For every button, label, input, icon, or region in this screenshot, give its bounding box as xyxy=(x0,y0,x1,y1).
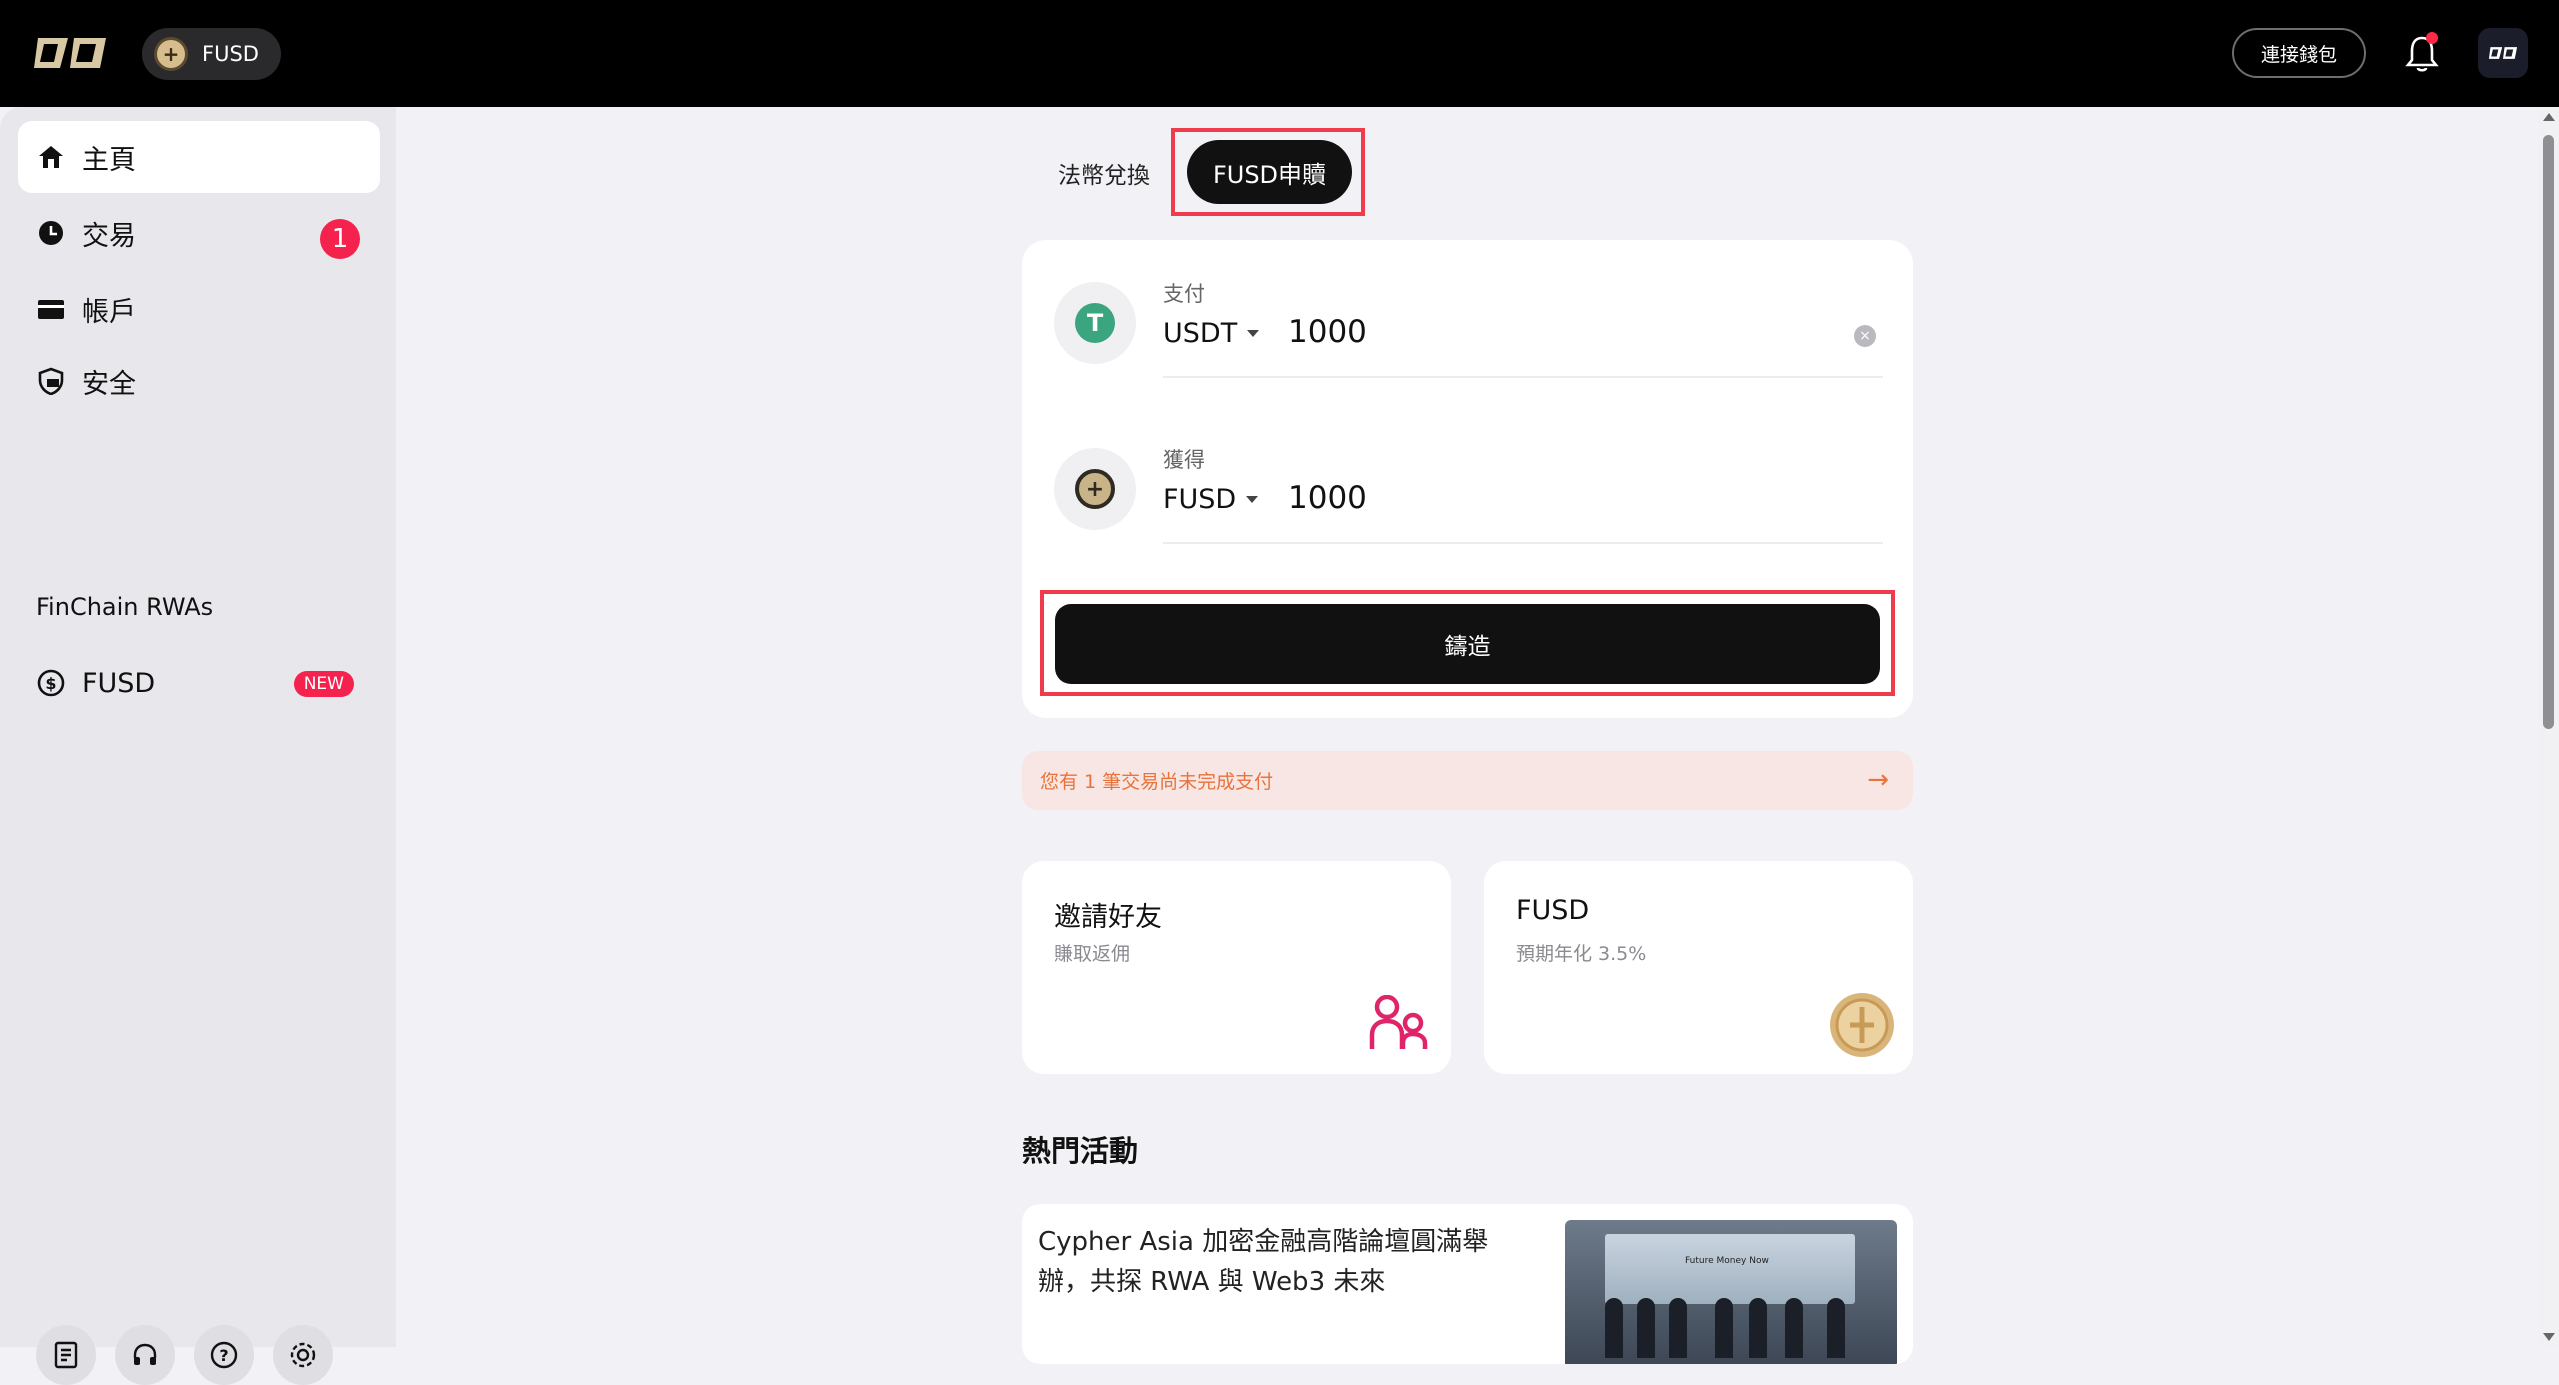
connect-wallet-button[interactable]: 連接錢包 xyxy=(2232,28,2366,78)
receive-label: 獲得 xyxy=(1163,448,1205,472)
sidebar-item-security[interactable]: 安全 xyxy=(18,345,380,417)
fusd-asset-icon-wrap: + xyxy=(1054,448,1136,530)
person-figure xyxy=(1749,1298,1767,1358)
fusd-coin-icon: + xyxy=(1075,469,1115,509)
person-figure xyxy=(1637,1298,1655,1358)
usdt-asset-icon-wrap: T xyxy=(1054,282,1136,364)
sidebar-item-trade[interactable]: 交易 1 xyxy=(18,197,380,269)
arrow-right-icon: → xyxy=(1867,765,1889,795)
sidebar-item-label: FUSD xyxy=(82,667,156,699)
fusd-card-title: FUSD xyxy=(1516,895,1590,926)
clock-icon xyxy=(36,218,66,248)
chevron-down-icon xyxy=(1246,496,1259,503)
app-logo[interactable] xyxy=(30,30,110,76)
usdt-icon: T xyxy=(1075,303,1115,343)
person-figure xyxy=(1827,1298,1845,1358)
users-icon xyxy=(1369,995,1428,1049)
svg-text:?: ? xyxy=(219,1346,228,1365)
receive-currency-select[interactable]: FUSD xyxy=(1163,484,1259,515)
home-icon xyxy=(36,142,66,172)
card-icon xyxy=(36,294,66,324)
fusd-card-subtitle: 預期年化 3.5% xyxy=(1516,943,1647,965)
help-button[interactable]: ? xyxy=(194,1325,254,1385)
divider xyxy=(1163,542,1883,544)
hot-activities-title: 熱門活動 xyxy=(1022,1134,1139,1168)
pay-currency-value: USDT xyxy=(1163,318,1238,349)
gold-coin-icon xyxy=(1830,993,1894,1057)
invite-title: 邀請好友 xyxy=(1054,902,1162,933)
settings-icon xyxy=(290,1342,316,1368)
coin-dollar-icon: $ xyxy=(36,668,66,698)
person-figure xyxy=(1669,1298,1687,1358)
pay-label: 支付 xyxy=(1163,282,1205,306)
pending-payment-alert[interactable]: 您有 1 筆交易尚未完成支付 → xyxy=(1022,751,1913,810)
help-icon: ? xyxy=(210,1341,238,1369)
sidebar-item-label: 主頁 xyxy=(82,144,136,176)
token-symbol: FUSD xyxy=(202,42,259,66)
person-figure xyxy=(1785,1298,1803,1358)
section-label-finchain: FinChain RWAs xyxy=(36,593,214,621)
mint-button[interactable]: 鑄造 xyxy=(1055,604,1880,684)
sidebar: 主頁 交易 1 帳戶 安全 FinChain RWAs $ FUSD NEW ? xyxy=(0,107,396,1385)
sidebar-item-label: 交易 xyxy=(82,220,136,252)
news-card[interactable]: Cypher Asia 加密金融高階論壇圓滿舉辦，共探 RWA 與 Web3 未… xyxy=(1022,1204,1913,1364)
news-thumbnail: Future Money Now xyxy=(1565,1220,1897,1364)
fusd-coin-icon: + xyxy=(154,37,188,71)
pay-amount-input[interactable]: 1000 xyxy=(1288,314,1367,350)
sidebar-item-fusd[interactable]: $ FUSD NEW xyxy=(18,647,380,719)
tab-fiat-exchange[interactable]: 法幣兌換 xyxy=(1058,156,1150,190)
news-headline: Cypher Asia 加密金融高階論壇圓滿舉辦，共探 RWA 與 Web3 未… xyxy=(1038,1227,1489,1297)
new-badge: NEW xyxy=(293,671,354,697)
event-screen-caption: Future Money Now xyxy=(1685,1256,1769,1266)
sidebar-item-home[interactable]: 主頁 xyxy=(18,121,380,193)
chevron-down-icon xyxy=(1247,330,1260,337)
fusd-yield-card[interactable]: FUSD 預期年化 3.5% xyxy=(1484,861,1913,1074)
clear-icon[interactable]: × xyxy=(1854,325,1876,347)
document-button[interactable] xyxy=(36,1325,96,1385)
sidebar-item-account[interactable]: 帳戶 xyxy=(18,273,380,345)
tab-fusd-redeem[interactable]: FUSD申贖 xyxy=(1187,140,1352,204)
trade-count-badge: 1 xyxy=(320,219,360,259)
alert-text: 您有 1 筆交易尚未完成支付 xyxy=(1040,771,1274,793)
receive-amount-input[interactable]: 1000 xyxy=(1288,480,1367,516)
divider xyxy=(1163,376,1883,378)
invite-friends-card[interactable]: 邀請好友 賺取返佣 xyxy=(1022,861,1451,1074)
sidebar-item-label: 安全 xyxy=(82,368,136,400)
shield-icon xyxy=(36,366,66,396)
scroll-up-arrow-icon[interactable] xyxy=(2543,113,2555,121)
event-stage-screen xyxy=(1605,1234,1855,1304)
notification-dot xyxy=(2426,32,2438,44)
svg-text:$: $ xyxy=(45,674,56,693)
support-button[interactable] xyxy=(115,1325,175,1385)
token-selector[interactable]: + FUSD xyxy=(142,28,281,80)
document-icon xyxy=(54,1341,78,1369)
top-bar: + FUSD 連接錢包 xyxy=(0,0,2559,107)
scroll-thumb[interactable] xyxy=(2543,135,2554,729)
scroll-down-arrow-icon[interactable] xyxy=(2543,1333,2555,1341)
sidebar-item-label: 帳戶 xyxy=(82,296,136,328)
pay-currency-select[interactable]: USDT xyxy=(1163,318,1260,349)
headset-icon xyxy=(133,1343,157,1365)
settings-button[interactable] xyxy=(273,1325,333,1385)
page-scrollbar[interactable] xyxy=(2538,107,2559,1347)
user-avatar[interactable] xyxy=(2478,28,2528,78)
person-figure xyxy=(1715,1298,1733,1358)
invite-subtitle: 賺取返佣 xyxy=(1054,943,1131,965)
person-figure xyxy=(1605,1298,1623,1358)
receive-currency-value: FUSD xyxy=(1163,484,1237,515)
